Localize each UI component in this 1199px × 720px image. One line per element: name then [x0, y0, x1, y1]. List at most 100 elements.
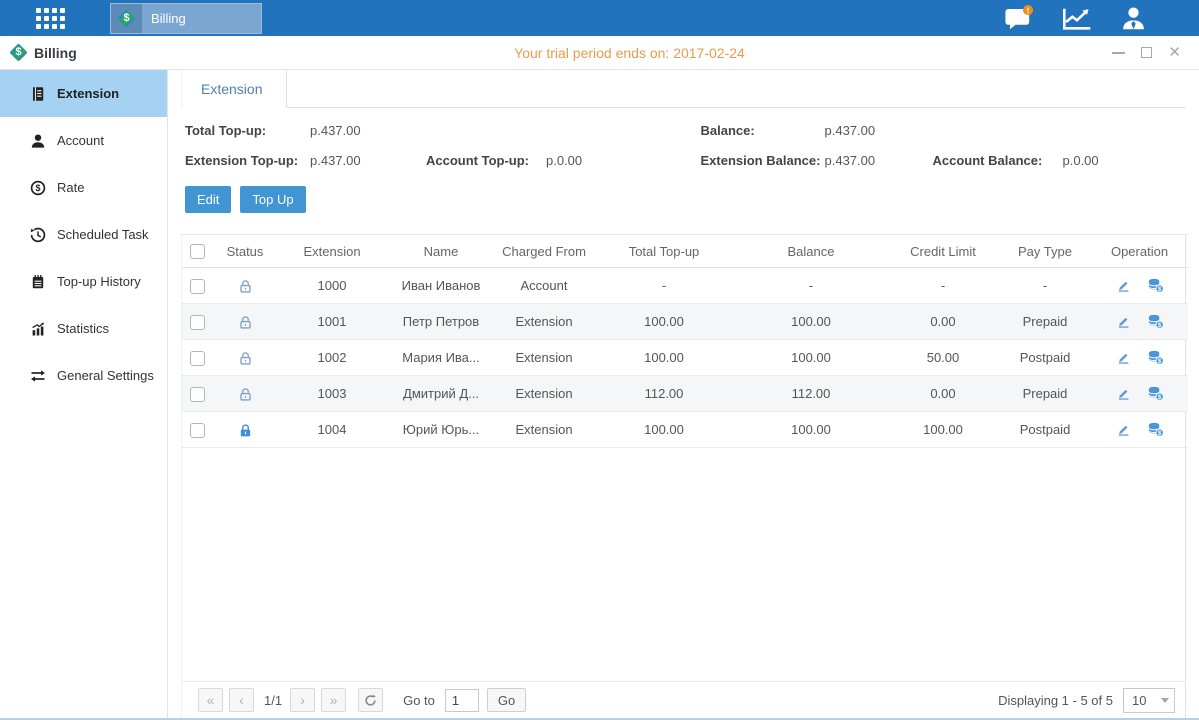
cell-pay-type: Prepaid: [999, 304, 1091, 340]
col-charged-from: Charged From: [495, 235, 593, 268]
sidebar-item-general-settings[interactable]: General Settings: [0, 352, 167, 399]
table-row[interactable]: 1001 Петр Петров Extension 100.00 100.00…: [182, 304, 1188, 340]
row-checkbox[interactable]: [190, 423, 205, 438]
maximize-button[interactable]: [1141, 47, 1152, 58]
cell-credit-limit: 100.00: [887, 412, 999, 448]
edit-row-icon[interactable]: [1116, 314, 1131, 329]
chevron-down-icon: [1156, 698, 1174, 703]
trial-notice: Your trial period ends on: 2017-02-24: [168, 45, 1091, 61]
status-lock-icon: [238, 349, 253, 364]
first-page-button[interactable]: «: [198, 688, 223, 712]
cell-total-topup: -: [593, 268, 735, 304]
window-title-text: Billing: [34, 45, 77, 61]
edit-row-icon[interactable]: [1116, 278, 1131, 293]
window-title: $ Billing: [10, 44, 168, 61]
tab-extension[interactable]: Extension: [181, 70, 287, 108]
table-row[interactable]: 1002 Мария Ива... Extension 100.00 100.0…: [182, 340, 1188, 376]
cell-name: Иван Иванов: [387, 268, 495, 304]
cell-balance: 112.00: [735, 376, 887, 412]
next-page-button[interactable]: ›: [290, 688, 315, 712]
page-size-select[interactable]: 10: [1123, 688, 1175, 713]
sidebar-item-rate[interactable]: $ Rate: [0, 164, 167, 211]
statistics-chart-icon[interactable]: [1062, 6, 1092, 31]
topup-row-icon[interactable]: $: [1147, 350, 1164, 365]
prev-page-button[interactable]: ‹: [229, 688, 254, 712]
billing-logo-icon: $: [10, 44, 27, 61]
apps-grid-icon[interactable]: [36, 8, 65, 29]
rate-icon: $: [30, 180, 46, 196]
cell-name: Петр Петров: [387, 304, 495, 340]
cell-pay-type: Prepaid: [999, 376, 1091, 412]
table-row[interactable]: 1004 Юрий Юрь... Extension 100.00 100.00…: [182, 412, 1188, 448]
account-balance-label: Account Balance:: [933, 153, 1063, 168]
edit-row-icon[interactable]: [1116, 386, 1131, 401]
edit-row-icon[interactable]: [1116, 350, 1131, 365]
status-lock-icon: [238, 385, 253, 400]
total-topup-value: p.437.00: [310, 123, 361, 138]
topup-row-icon[interactable]: $: [1147, 314, 1164, 329]
refresh-button[interactable]: [358, 688, 383, 712]
cell-credit-limit: 0.00: [887, 304, 999, 340]
cell-name: Мария Ива...: [387, 340, 495, 376]
window-header: $ Billing Your trial period ends on: 201…: [0, 36, 1199, 70]
topup-row-icon[interactable]: $: [1147, 386, 1164, 401]
billing-window: $ Billing !: [0, 0, 1199, 720]
cell-total-topup: 100.00: [593, 304, 735, 340]
goto-page-input[interactable]: [445, 689, 479, 712]
refresh-icon: [364, 694, 377, 707]
topup-button[interactable]: Top Up: [240, 186, 305, 213]
account-topup-label: Account Top-up:: [426, 153, 546, 168]
sidebar-item-extension[interactable]: Extension: [0, 70, 167, 117]
topbar-tab-label: Billing: [151, 11, 186, 26]
notifications-icon[interactable]: !: [1004, 5, 1034, 31]
row-checkbox[interactable]: [190, 315, 205, 330]
row-checkbox[interactable]: [190, 351, 205, 366]
svg-text:$: $: [1157, 322, 1161, 329]
status-lock-icon: [238, 277, 253, 292]
sidebar-item-statistics[interactable]: Statistics: [0, 305, 167, 352]
edit-row-icon[interactable]: [1116, 422, 1131, 437]
table-row[interactable]: 1003 Дмитрий Д... Extension 112.00 112.0…: [182, 376, 1188, 412]
last-page-button[interactable]: »: [321, 688, 346, 712]
col-extension: Extension: [277, 235, 387, 268]
cell-balance: 100.00: [735, 412, 887, 448]
edit-button[interactable]: Edit: [185, 186, 231, 213]
user-account-icon[interactable]: [1120, 5, 1147, 32]
extension-balance-value: p.437.00: [825, 153, 933, 168]
close-button[interactable]: ✕: [1168, 47, 1181, 58]
svg-text:!: !: [1027, 5, 1030, 15]
svg-text:$: $: [35, 183, 40, 193]
cell-balance: 100.00: [735, 304, 887, 340]
grid-empty-area: [182, 448, 1185, 681]
cell-charged-from: Extension: [495, 412, 593, 448]
topup-row-icon[interactable]: $: [1147, 278, 1164, 293]
cell-charged-from: Extension: [495, 304, 593, 340]
svg-text:$: $: [1157, 394, 1161, 401]
col-name: Name: [387, 235, 495, 268]
sidebar-item-account[interactable]: Account: [0, 117, 167, 164]
top-bar: $ Billing !: [0, 0, 1199, 36]
sidebar-item-scheduled-task[interactable]: Scheduled Task: [0, 211, 167, 258]
sidebar-item-topup-history[interactable]: Top-up History: [0, 258, 167, 305]
cell-name: Юрий Юрь...: [387, 412, 495, 448]
cell-extension: 1000: [277, 268, 387, 304]
svg-text:$: $: [1157, 430, 1161, 437]
col-balance: Balance: [735, 235, 887, 268]
topup-row-icon[interactable]: $: [1147, 422, 1164, 437]
col-pay-type: Pay Type: [999, 235, 1091, 268]
row-checkbox[interactable]: [190, 387, 205, 402]
status-lock-icon: [238, 313, 253, 328]
topbar-tab-billing[interactable]: $ Billing: [110, 3, 262, 34]
account-icon: [30, 133, 46, 149]
row-checkbox[interactable]: [190, 279, 205, 294]
cell-charged-from: Account: [495, 268, 593, 304]
topup-history-icon: [30, 274, 46, 290]
select-all-checkbox[interactable]: [190, 244, 205, 259]
go-button[interactable]: Go: [487, 688, 526, 712]
sidebar: Extension Account $ Rate: [0, 70, 168, 718]
balance-label: Balance:: [697, 123, 825, 138]
minimize-button[interactable]: [1112, 52, 1125, 54]
table-row[interactable]: 1000 Иван Иванов Account - - - -: [182, 268, 1188, 304]
col-status: Status: [213, 235, 277, 268]
cell-extension: 1003: [277, 376, 387, 412]
